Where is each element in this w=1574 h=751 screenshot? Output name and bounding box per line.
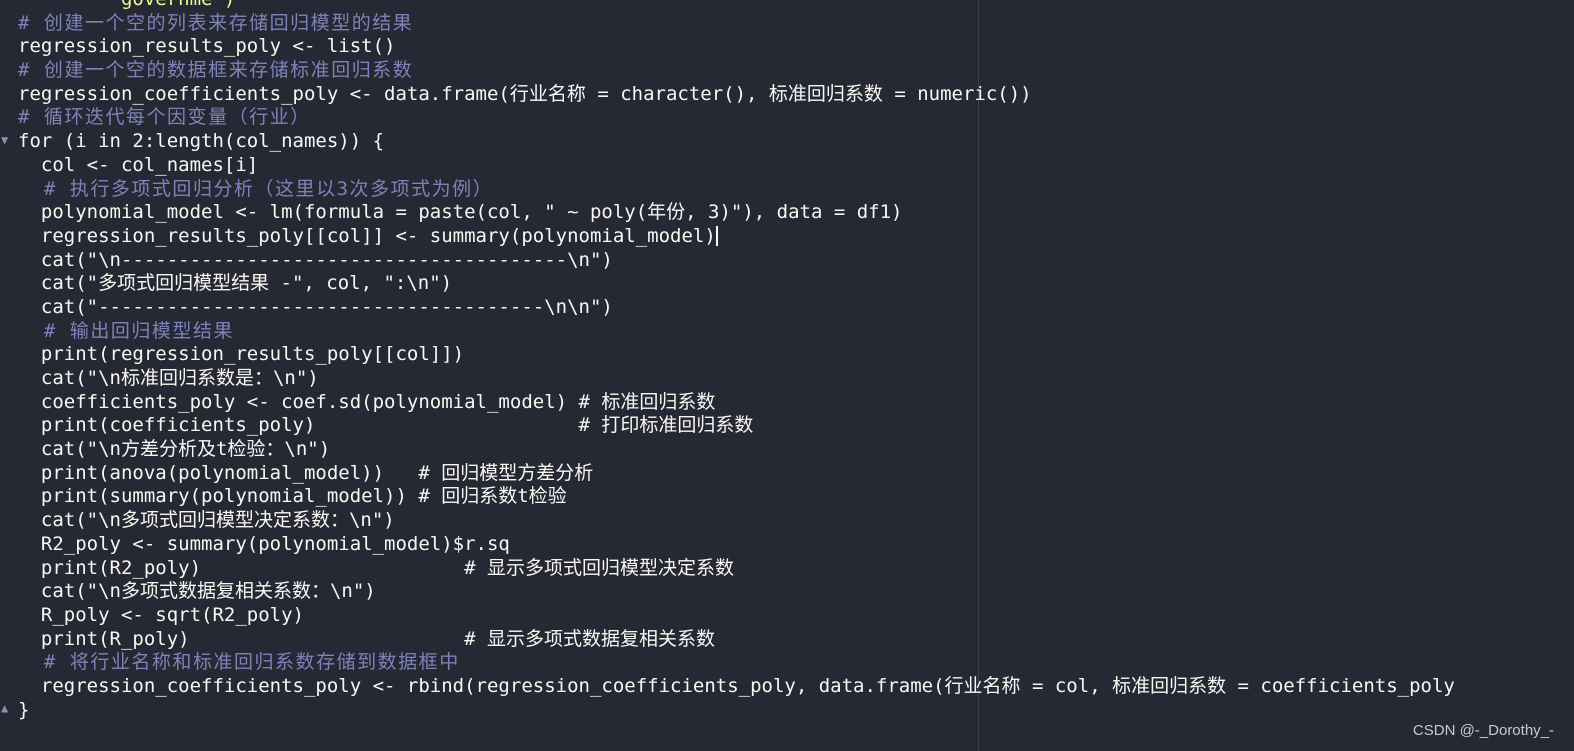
code-line: print(R2_poly) # 显示多项式回归模型决定系数 — [18, 556, 734, 579]
code-comment: # 循环迭代每个因变量（行业） — [18, 106, 311, 129]
code-line: regression_coefficients_poly <- rbind(re… — [18, 674, 1455, 697]
code-line: print(summary(polynomial_model)) # 回归系数t… — [18, 485, 567, 508]
code-line: polynomial_model <- lm(formula = paste(c… — [18, 201, 903, 224]
fold-toggle-icon[interactable]: ▲ — [1, 701, 11, 715]
code-line-with-cursor: regression_results_poly[[col]] <- summar… — [18, 225, 1574, 249]
code-line: print(anova(polynomial_model)) # 回归模型方差分… — [18, 461, 594, 484]
fold-toggle-icon[interactable]: ▼ — [1, 133, 11, 147]
code-line: print(coefficients_poly) # 打印标准回归系数 — [18, 414, 754, 437]
text-cursor — [715, 226, 718, 247]
code-comment: # 创建一个空的列表来存储回归模型的结果 — [18, 11, 414, 34]
code-line: coefficients_poly <- coef.sd(polynomial_… — [18, 390, 716, 413]
code-line: cat("\n---------------------------------… — [18, 248, 613, 271]
code-line: governme") — [18, 0, 1574, 12]
code-comment: # 将行业名称和标准回归系数存储到数据框中 — [18, 651, 460, 674]
code-line: cat("\n标准回归系数是：\n") — [18, 367, 319, 389]
code-line: cat("\n方差分析及t检验：\n") — [18, 438, 331, 461]
code-line: cat("多项式回归模型结果 -", col, ":\n") — [18, 272, 453, 295]
code-lines[interactable]: governme") # 创建一个空的列表来存储回归模型的结果 regressi… — [18, 0, 1574, 722]
code-line: cat("-----------------------------------… — [18, 295, 613, 318]
code-comment: # 创建一个空的数据框来存储标准回归系数 — [18, 59, 414, 82]
code-line: regression_coefficients_poly <- data.fra… — [18, 82, 1032, 105]
code-line: print(R_poly) # 显示多项式数据复相关系数 — [18, 627, 715, 650]
code-line: print(regression_results_poly[[col]]) — [18, 343, 465, 366]
watermark: CSDN @-_Dorothy_- — [1412, 722, 1554, 739]
code-comment: # 输出回归模型结果 — [18, 319, 234, 342]
code-line: R2_poly <- summary(polynomial_model)$r.s… — [18, 532, 510, 555]
code-line: } — [18, 698, 30, 721]
code-line: col <- col_names[i] — [18, 153, 259, 176]
code-text: regression_results_poly[[col]] <- summar… — [18, 224, 716, 247]
code-line: regression_results_poly <- list() — [18, 35, 396, 58]
code-line: cat("\n多项式回归模型决定系数：\n") — [18, 509, 395, 532]
code-editor[interactable]: ▼ ▲ governme") # 创建一个空的列表来存储回归模型的结果 regr… — [0, 0, 1574, 751]
code-line: cat("\n多项式数据复相关系数：\n") — [18, 580, 376, 603]
code-line: R_poly <- sqrt(R2_poly) — [18, 603, 304, 626]
code-line: for (i in 2:length(col_names)) { — [18, 130, 385, 153]
code-comment: # 执行多项式回归分析（这里以3次多项式为例） — [18, 177, 494, 200]
